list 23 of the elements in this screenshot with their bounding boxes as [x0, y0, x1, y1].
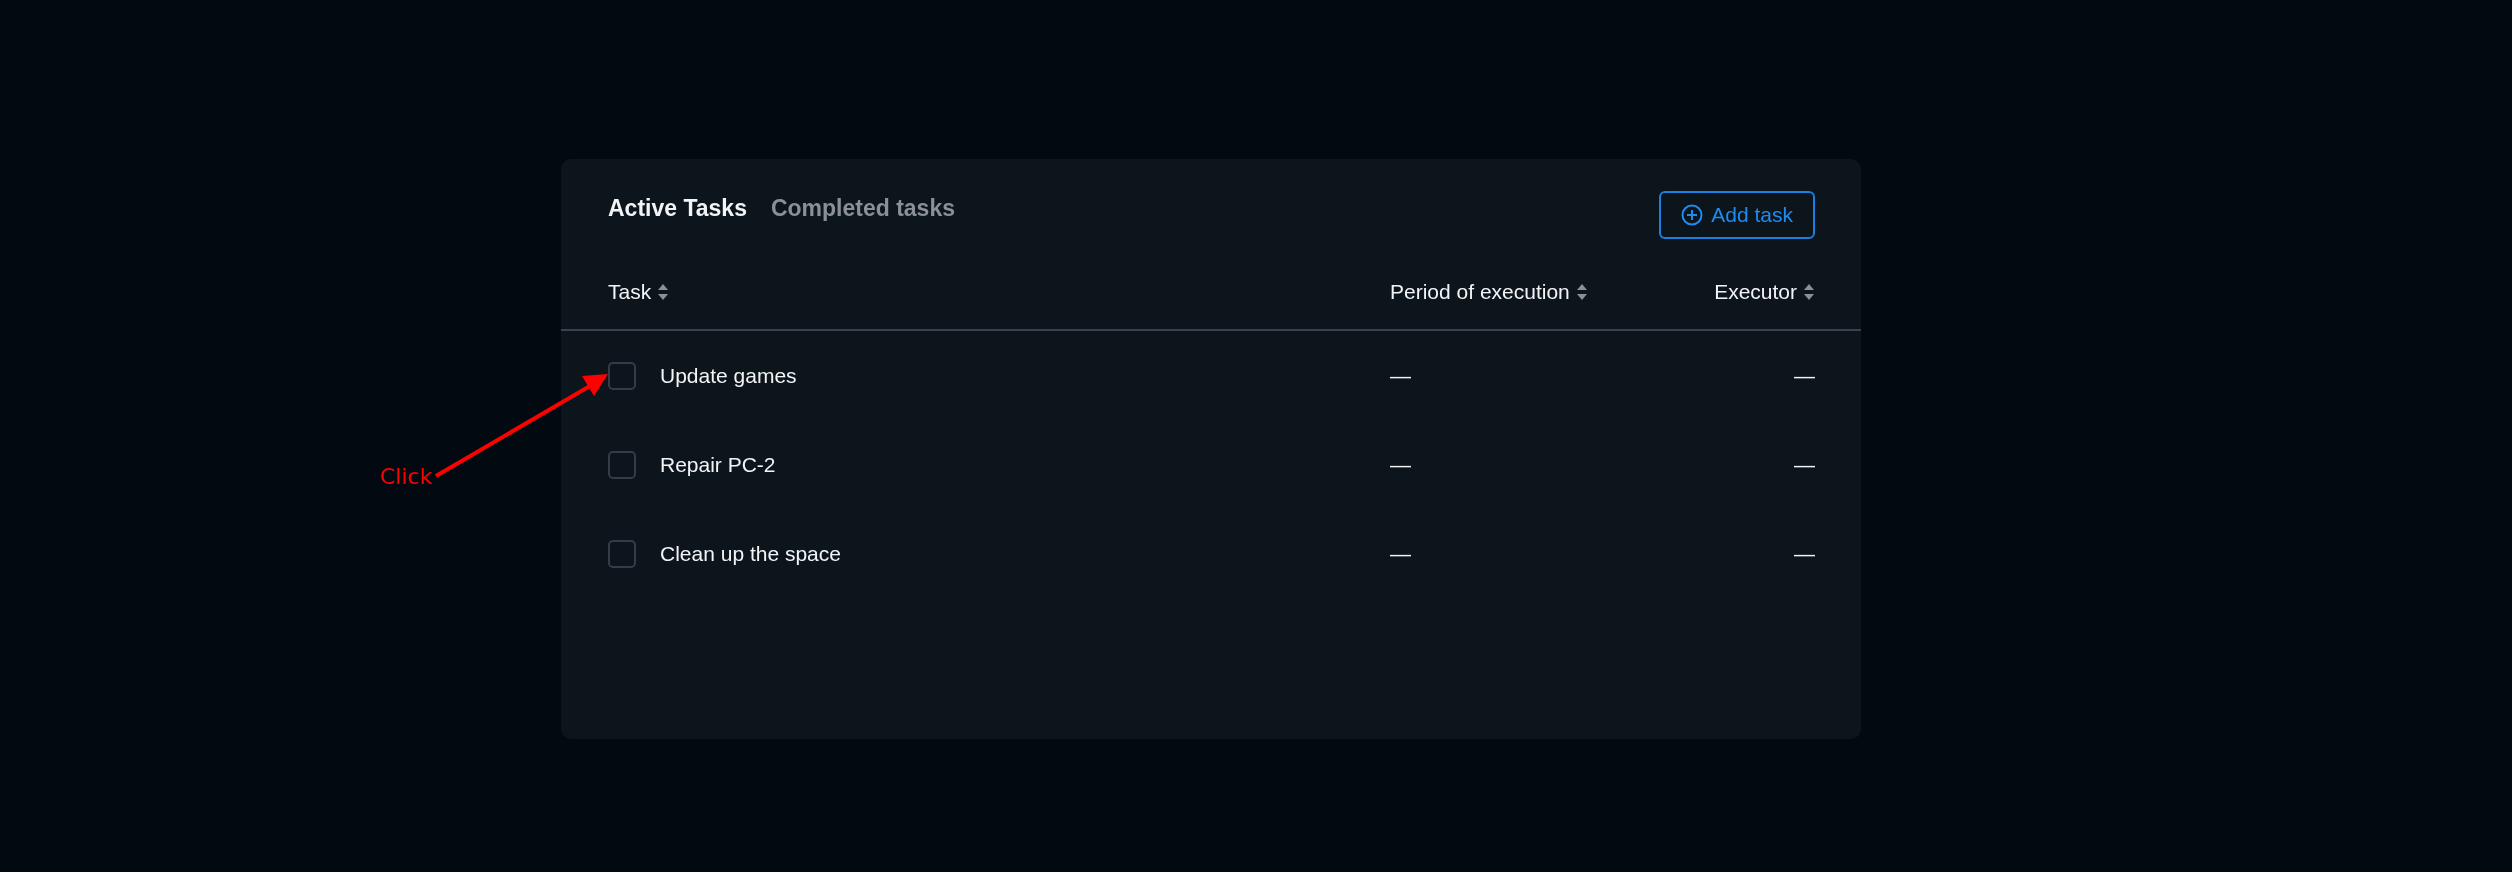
plus-circle-icon — [1681, 203, 1704, 226]
period-cell: — — [1390, 363, 1411, 387]
sort-icon[interactable] — [1575, 282, 1588, 302]
column-header: Executor — [1714, 279, 1797, 306]
tab[interactable]: Active Tasks — [608, 191, 747, 226]
checkbox[interactable] — [608, 361, 636, 390]
executor-cell: — — [1794, 452, 1815, 476]
executor-cell: — — [1794, 363, 1815, 387]
tab[interactable]: Completed tasks — [770, 191, 955, 226]
annotation-label: Click — [380, 463, 433, 491]
executor-cell: — — [1794, 541, 1815, 565]
period-cell: — — [1390, 541, 1411, 565]
task-name: Repair PC-2 — [660, 451, 776, 478]
sort-icon[interactable] — [657, 282, 670, 302]
sort-icon[interactable] — [1803, 282, 1815, 302]
task-name: Clean up the space — [660, 540, 841, 567]
column-header: Period of execution — [1390, 279, 1570, 306]
add-task-button[interactable]: Add task — [1659, 191, 1815, 239]
checkbox[interactable] — [608, 539, 636, 568]
period-cell: — — [1390, 452, 1411, 476]
checkbox[interactable] — [608, 450, 636, 479]
column-header: Task — [608, 279, 652, 306]
task-name: Update games — [660, 362, 797, 389]
